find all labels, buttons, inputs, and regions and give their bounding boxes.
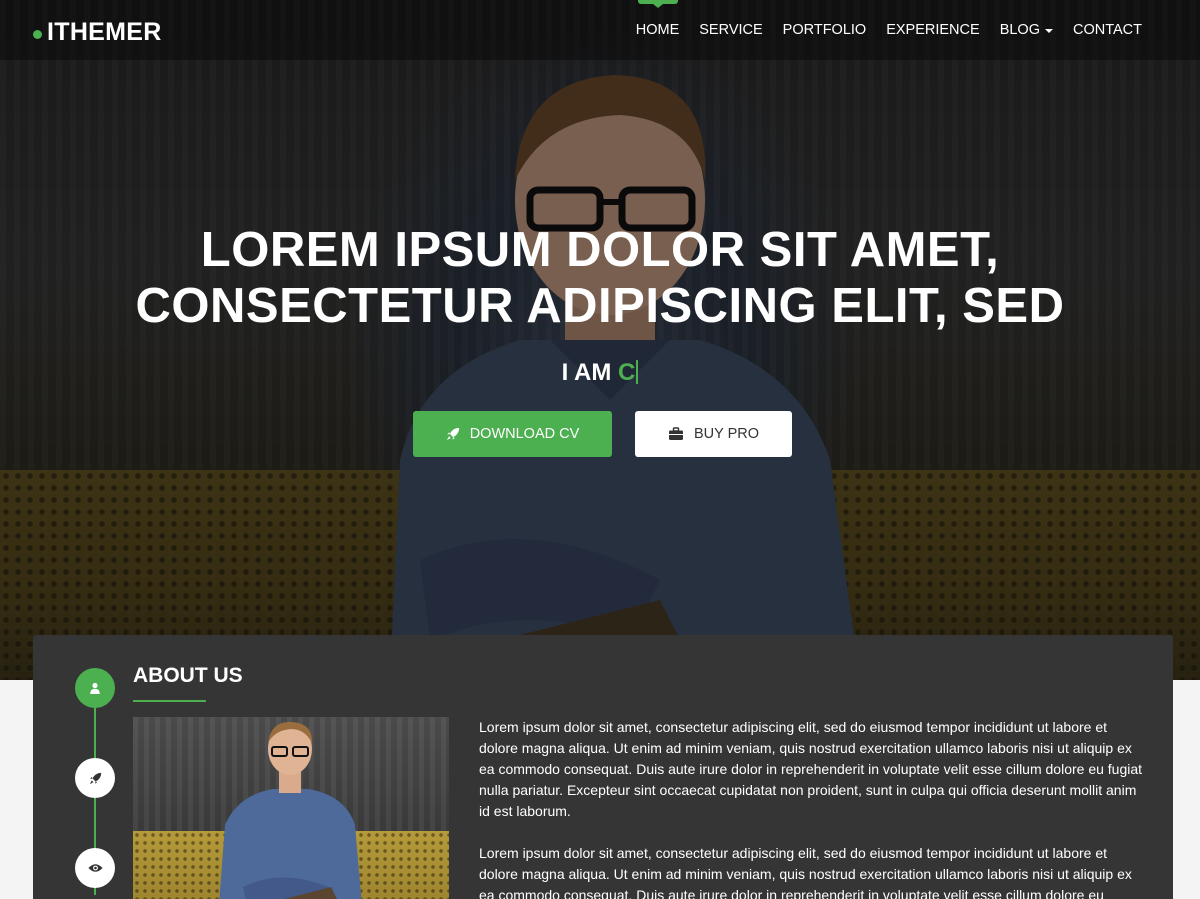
hero-dark-overlay — [0, 0, 1200, 680]
download-cv-button[interactable]: DOWNLOAD CV — [413, 411, 612, 457]
user-icon — [90, 682, 100, 694]
brand-dot-icon — [33, 29, 42, 39]
about-section: ABOUT US Lorem ipsum dolor sit amet, con… — [33, 635, 1173, 899]
brand-name: ITHEMER — [47, 17, 162, 46]
nav-item-label: HOME — [635, 22, 680, 38]
buy-pro-button[interactable]: BUY PRO — [635, 411, 792, 457]
nav-item-label: PORTFOLIO — [782, 22, 867, 38]
about-paragraph-1: Lorem ipsum dolor sit amet, consectetur … — [479, 719, 1143, 819]
about-photo-person — [219, 721, 362, 899]
eye-icon — [87, 864, 103, 872]
nav-item-contact[interactable]: CONTACT — [1073, 0, 1142, 60]
about-title-underline — [133, 700, 206, 702]
hero-subtitle-prefix: I AM — [561, 359, 612, 386]
nav-item-label: CONTACT — [1072, 22, 1142, 38]
about-paragraph-2: Lorem ipsum dolor sit amet, consectetur … — [479, 845, 1132, 899]
nav-item-label: EXPERIENCE — [886, 22, 980, 38]
rocket-icon — [446, 427, 459, 441]
brand-logo[interactable]: ITHEMER — [33, 18, 162, 46]
nav-item-blog[interactable]: BLOG — [1000, 0, 1053, 60]
timeline-node-service[interactable] — [75, 758, 115, 798]
nav-item-label: BLOG — [999, 22, 1040, 38]
about-text: Lorem ipsum dolor sit amet, consectetur … — [479, 717, 1149, 899]
top-navbar: ITHEMER HOME SERVICE PORTFOLIO EXPERIENC… — [0, 0, 1200, 60]
nav-item-experience[interactable]: EXPERIENCE — [886, 0, 979, 60]
about-photo — [133, 717, 449, 899]
main-nav: HOME SERVICE PORTFOLIO EXPERIENCE BLOG C… — [616, 0, 1142, 60]
hero-section: LOREM IPSUM DOLOR SIT AMET, CONSECTETUR … — [0, 0, 1200, 680]
hero-typed-text: C — [618, 359, 636, 386]
nav-item-portfolio[interactable]: PORTFOLIO — [783, 0, 867, 60]
chevron-down-icon — [1044, 29, 1053, 33]
hero-title: LOREM IPSUM DOLOR SIT AMET, CONSECTETUR … — [0, 222, 1200, 334]
nav-item-label: SERVICE — [699, 22, 763, 38]
briefcase-icon — [668, 427, 683, 440]
nav-item-home[interactable]: HOME — [636, 0, 680, 60]
hero-subtitle: I AM C — [0, 358, 1200, 388]
nav-item-service[interactable]: SERVICE — [699, 0, 762, 60]
typing-cursor — [636, 360, 639, 384]
hero-title-line1: LOREM IPSUM DOLOR SIT AMET, — [200, 223, 1000, 277]
timeline-node-about[interactable] — [75, 668, 115, 708]
hero-title-line2: CONSECTETUR ADIPISCING ELIT, SED — [135, 279, 1065, 333]
buy-pro-label: BUY PRO — [693, 426, 759, 442]
download-cv-label: DOWNLOAD CV — [469, 426, 580, 442]
about-title: ABOUT US — [133, 664, 243, 687]
rocket-icon — [89, 772, 101, 784]
timeline-node-vision[interactable] — [75, 848, 115, 888]
